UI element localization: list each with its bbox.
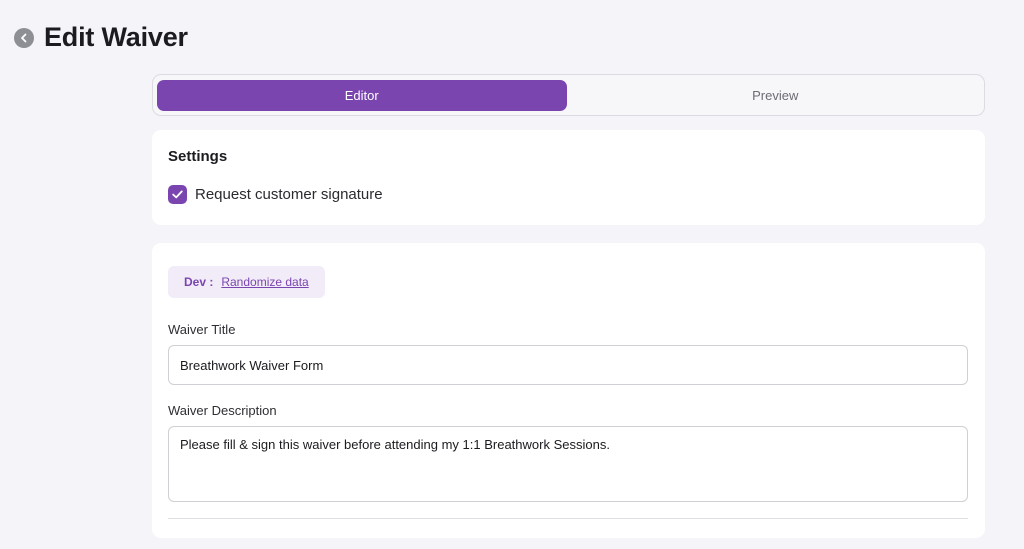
dev-label: Dev :: [184, 275, 214, 289]
chevron-left-icon: [21, 33, 27, 42]
waiver-title-label: Waiver Title: [168, 322, 236, 337]
waiver-form-card: Dev : Randomize data Waiver Title Waiver…: [152, 243, 985, 538]
request-signature-label: Request customer signature: [195, 186, 383, 203]
waiver-title-input[interactable]: [168, 345, 968, 385]
page-title: Edit Waiver: [44, 22, 188, 52]
back-button[interactable]: [14, 27, 34, 48]
waiver-description-label: Waiver Description: [168, 403, 277, 418]
main-content: Editor Preview Settings Request customer…: [152, 74, 985, 538]
tab-editor[interactable]: Editor: [157, 79, 567, 111]
checkmark-icon: [172, 190, 183, 199]
settings-card: Settings Request customer signature: [152, 130, 985, 225]
request-signature-row: Request customer signature: [168, 185, 969, 204]
page-header: Edit Waiver: [14, 22, 188, 53]
view-tabs: Editor Preview: [152, 74, 985, 116]
request-signature-checkbox[interactable]: [168, 185, 187, 204]
dev-banner: Dev : Randomize data: [168, 266, 325, 298]
form-divider: [168, 518, 968, 519]
randomize-data-link[interactable]: Randomize data: [221, 275, 308, 289]
tab-preview[interactable]: Preview: [571, 80, 981, 111]
waiver-description-input[interactable]: Please fill & sign this waiver before at…: [168, 426, 968, 502]
settings-title: Settings: [168, 148, 228, 165]
